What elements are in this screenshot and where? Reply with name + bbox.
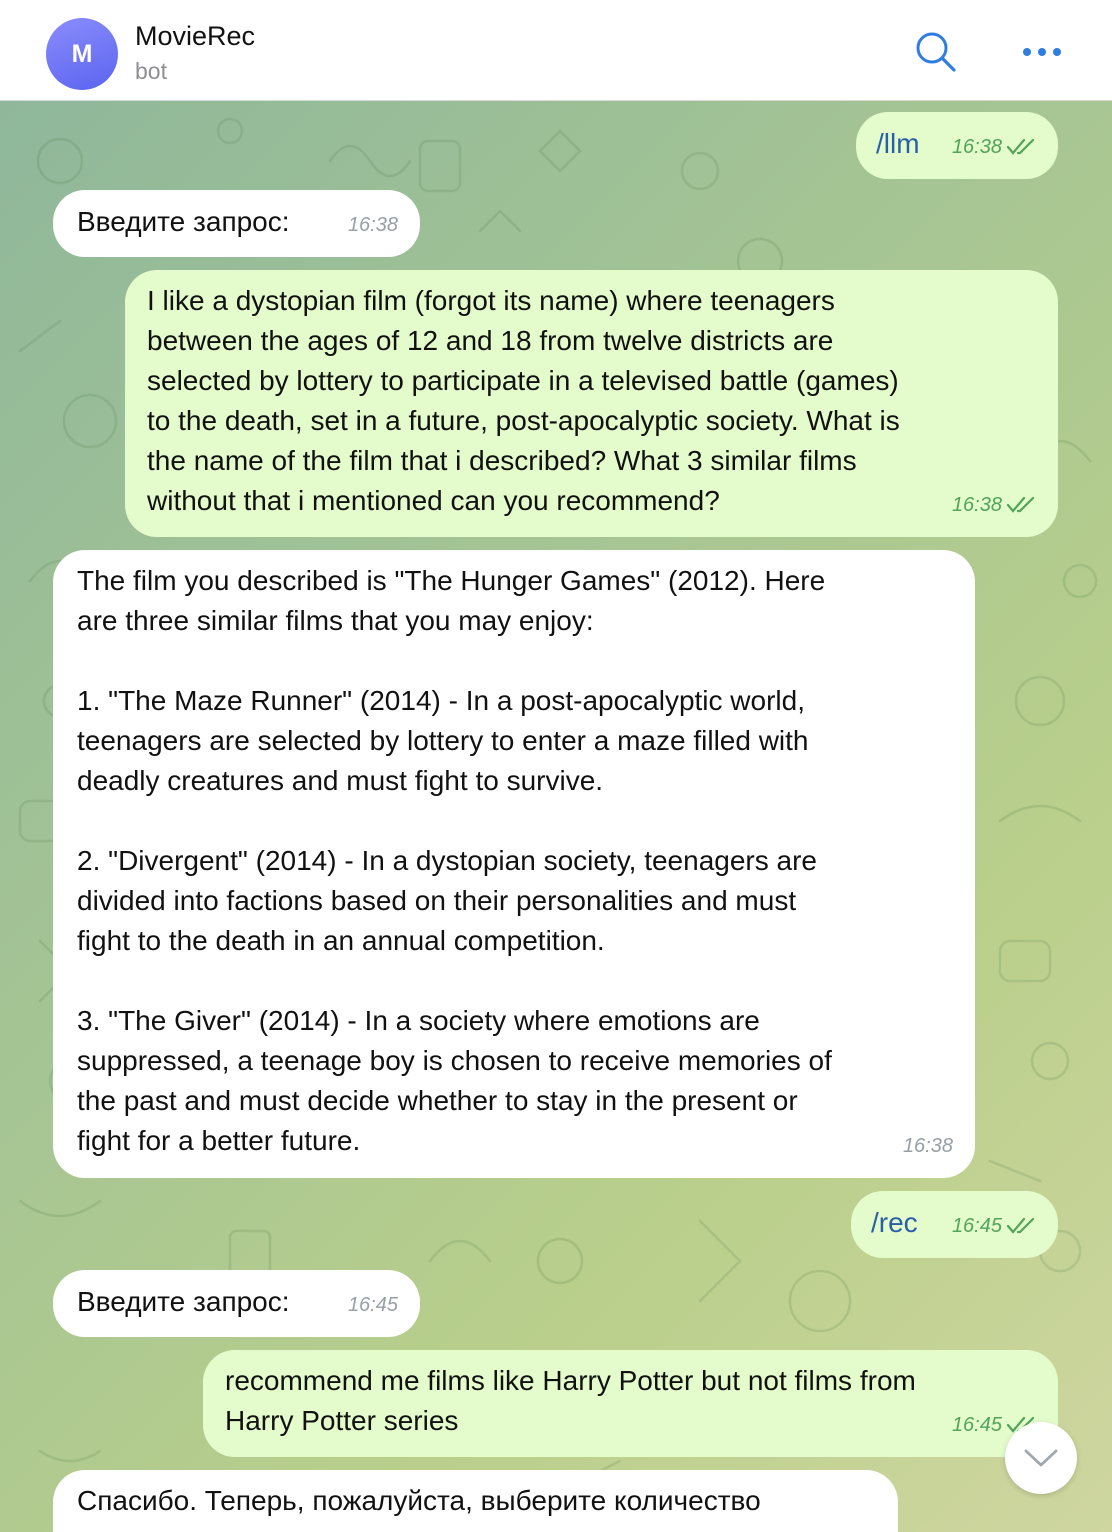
double-check-icon [1006, 1217, 1035, 1234]
more-options-button[interactable] [1016, 26, 1068, 78]
bot-avatar[interactable]: M [46, 18, 118, 90]
command-link[interactable]: /rec [871, 1207, 918, 1238]
message-outgoing[interactable]: I like a dystopian film (forgot its name… [125, 270, 1058, 537]
message-meta: 16:38 [952, 127, 1036, 167]
message-text: Введите запрос: [77, 206, 290, 237]
message-time: 16:38 [951, 136, 1002, 158]
message-time: 16:38 [347, 214, 398, 236]
message-time: 16:38 [951, 494, 1002, 516]
message-outgoing[interactable]: /rec 16:45 [851, 1191, 1058, 1258]
double-check-icon [1006, 496, 1035, 513]
message-time: 16:45 [347, 1294, 398, 1316]
message-text: recommend me films like Harry Potter but… [225, 1365, 916, 1436]
search-button[interactable] [910, 26, 962, 78]
message-meta: 16:38 [903, 1126, 953, 1166]
scroll-to-bottom-button[interactable] [1005, 1422, 1077, 1494]
chat-title[interactable]: MovieRec [135, 21, 255, 52]
chevron-down-icon [1024, 1449, 1058, 1467]
message-outgoing[interactable]: recommend me films like Harry Potter but… [203, 1350, 1058, 1457]
message-time: 16:38 [902, 1135, 953, 1157]
double-check-icon [1006, 138, 1035, 155]
message-meta: 16:38 [348, 205, 398, 245]
message-meta: 16:45 [952, 1206, 1036, 1246]
message-outgoing[interactable]: /llm 16:38 [856, 112, 1058, 179]
message-time: 16:45 [951, 1215, 1002, 1237]
search-icon [916, 32, 956, 72]
chat-subtitle: bot [135, 58, 167, 84]
message-meta: 16:38 [952, 485, 1036, 525]
message-time: 16:45 [951, 1414, 1002, 1436]
ellipsis-icon [1023, 48, 1061, 56]
message-text: I like a dystopian film (forgot its name… [147, 285, 900, 516]
message-incoming[interactable]: Спасибо. Теперь, пожалуйста, выберите ко… [53, 1470, 898, 1532]
message-text: Спасибо. Теперь, пожалуйста, выберите ко… [77, 1485, 761, 1516]
message-incoming[interactable]: The film you described is "The Hunger Ga… [53, 550, 975, 1178]
command-link[interactable]: /llm [876, 128, 920, 159]
message-text: Введите запрос: [77, 1286, 290, 1317]
message-meta: 16:45 [348, 1285, 398, 1325]
message-text: The film you described is "The Hunger Ga… [77, 565, 832, 1156]
message-incoming[interactable]: Введите запрос: 16:45 [53, 1270, 420, 1337]
message-incoming[interactable]: Введите запрос: 16:38 [53, 190, 420, 257]
chat-header: M MovieRec bot [0, 0, 1112, 101]
